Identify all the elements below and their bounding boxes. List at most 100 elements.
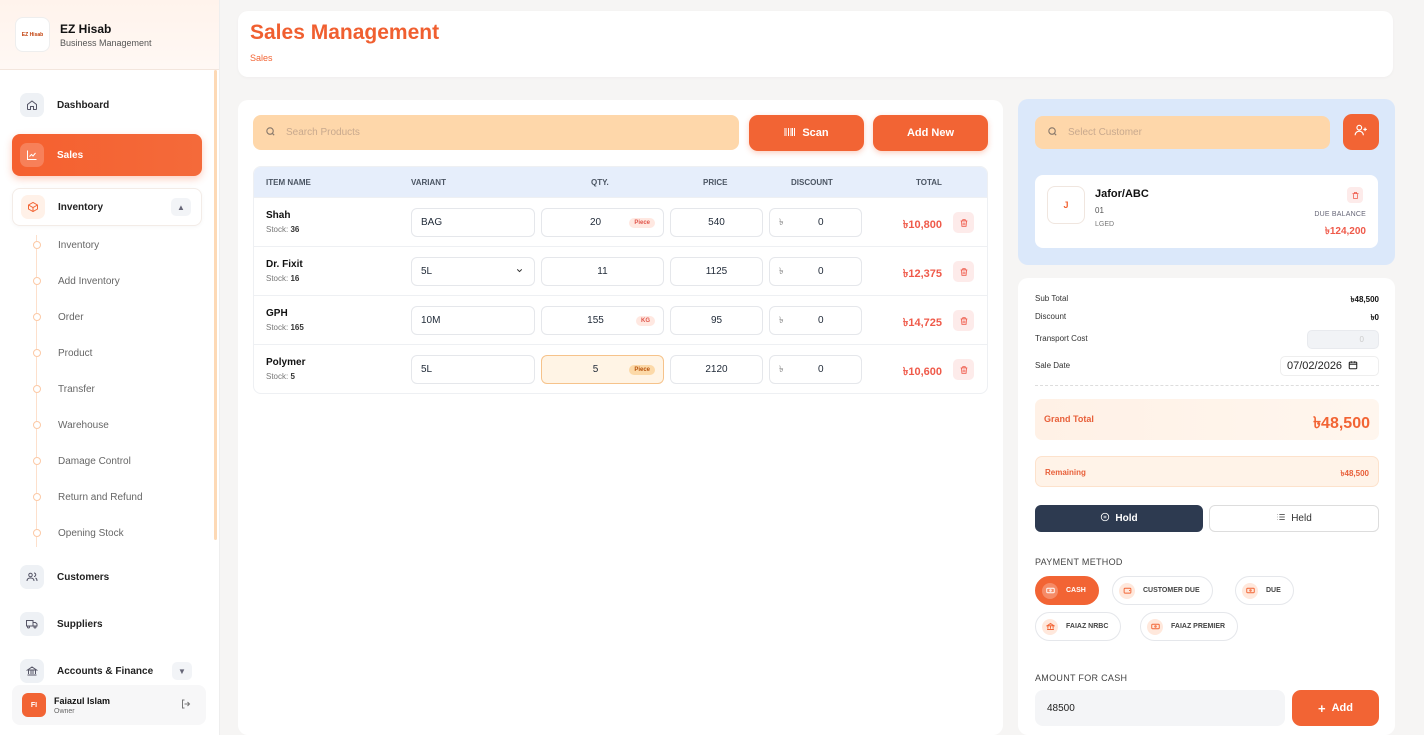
sidebar-item-label: Dashboard	[57, 99, 110, 111]
sidebar-scrollbar[interactable]	[214, 70, 217, 540]
add-customer-button[interactable]	[1343, 114, 1379, 150]
qty-input[interactable]: 11	[541, 257, 664, 286]
brand-logo: EZ Hisab	[15, 17, 50, 52]
sidebar-item-accounts-finance[interactable]: Accounts & Finance ▼	[12, 654, 202, 688]
price-input[interactable]: 2120	[670, 355, 763, 384]
submenu-item-damage-control[interactable]: Damage Control	[22, 443, 202, 479]
sidebar-item-customers[interactable]: Customers	[12, 560, 202, 594]
submenu-item-product[interactable]: Product	[22, 335, 202, 371]
customer-avatar: J	[1047, 186, 1085, 224]
add-new-button[interactable]: Add New	[873, 115, 988, 151]
product-search[interactable]	[253, 115, 739, 150]
trash-icon[interactable]	[953, 261, 974, 282]
discount-input[interactable]: ৳ 0	[769, 257, 862, 286]
logout-icon[interactable]	[180, 698, 192, 713]
held-button[interactable]: Held	[1209, 505, 1379, 532]
variant-field[interactable]: 5L	[411, 355, 535, 384]
chevron-down-icon	[515, 266, 524, 277]
sale-date-input[interactable]: 07/02/2026	[1280, 356, 1379, 376]
col-total: TOTAL	[916, 177, 942, 187]
transport-cost-input[interactable]: 0	[1307, 330, 1379, 349]
customer-search[interactable]	[1035, 116, 1330, 149]
discount-input[interactable]: ৳ 0	[769, 355, 862, 384]
submenu-item-transfer[interactable]: Transfer	[22, 371, 202, 407]
customer-name: Jafor/ABC	[1095, 188, 1149, 200]
users-icon	[20, 565, 44, 589]
cash-icon	[1242, 582, 1258, 599]
cash-icon	[1042, 582, 1058, 599]
sidebar-item-label: Customers	[57, 571, 110, 583]
payment-method-faiaz-premier[interactable]: FAIAZ PREMIER	[1140, 612, 1239, 641]
col-item-name: ITEM NAME	[266, 177, 311, 187]
price-input[interactable]: 1125	[670, 257, 763, 286]
sidebar-item-dashboard[interactable]: Dashboard	[12, 88, 202, 122]
submenu-item-add-inventory[interactable]: Add Inventory	[22, 263, 202, 299]
pause-icon	[1100, 512, 1110, 525]
submenu-item-order[interactable]: Order	[22, 299, 202, 335]
due-balance-value: ৳124,200	[1324, 226, 1366, 237]
variant-field[interactable]: 10M	[411, 306, 535, 335]
trash-icon[interactable]	[953, 212, 974, 233]
qty-input[interactable]: 5 Piece	[541, 355, 664, 384]
sidebar-item-sales[interactable]: Sales	[12, 134, 202, 176]
unit-badge: Piece	[629, 364, 655, 375]
hold-button[interactable]: Hold	[1035, 505, 1203, 532]
sidebar-item-suppliers[interactable]: Suppliers	[12, 607, 202, 641]
qty-input[interactable]: 20 Piece	[541, 208, 664, 237]
price-input[interactable]: 540	[670, 208, 763, 237]
brand-subtitle: Business Management	[60, 37, 152, 48]
calendar-icon[interactable]	[1348, 360, 1358, 373]
search-input[interactable]	[286, 127, 702, 138]
sidebar-item-label: Inventory	[58, 201, 104, 213]
payment-method-due[interactable]: DUE	[1235, 576, 1294, 605]
submenu-item-opening-stock[interactable]: Opening Stock	[22, 515, 202, 551]
trash-icon[interactable]	[953, 310, 974, 331]
discount-input[interactable]: ৳ 0	[769, 306, 862, 335]
trash-icon[interactable]	[1347, 187, 1363, 203]
selected-customer-card: J Jafor/ABC 01 LGED DUE BALANCE ৳124,200	[1035, 175, 1378, 248]
item-stock: Stock: 36	[266, 225, 300, 234]
amount-input[interactable]: 48500	[1035, 690, 1285, 726]
col-qty: QTY.	[591, 177, 609, 187]
sidebar-item-inventory[interactable]: Inventory ▲	[12, 188, 202, 226]
qty-input[interactable]: 155 KG	[541, 306, 664, 335]
item-stock: Stock: 16	[266, 274, 300, 283]
price-input[interactable]: 95	[670, 306, 763, 335]
sales-table: ITEM NAME VARIANT QTY. PRICE DISCOUNT TO…	[253, 166, 988, 394]
user-role: Owner	[54, 707, 75, 715]
add-payment-button[interactable]: + Add	[1292, 690, 1379, 726]
remaining-amount: Remaining ৳48,500	[1035, 456, 1379, 487]
table-row: Polymer Stock: 5 5L 5 Piece 2120 ৳ 0 ৳10,6…	[254, 344, 987, 393]
payment-method-cash[interactable]: CASH	[1035, 576, 1099, 605]
currency-icon: ৳	[779, 315, 784, 325]
user-profile[interactable]: FI Faiazul Islam Owner	[12, 685, 206, 725]
list-icon	[1276, 512, 1286, 525]
row-total: ৳10,800	[902, 219, 942, 231]
customer-search-input[interactable]	[1068, 127, 1312, 138]
variant-field[interactable]: BAG	[411, 208, 535, 237]
row-total: ৳10,600	[902, 366, 942, 378]
scan-button[interactable]: Scan	[749, 115, 864, 151]
sidebar: EZ Hisab EZ Hisab Business Management Da…	[0, 0, 220, 735]
brand-header: EZ Hisab EZ Hisab Business Management	[0, 0, 219, 70]
table-row: Shah Stock: 36 BAG 20 Piece 540 ৳ 0 ৳10,80…	[254, 197, 987, 246]
chevron-down-icon[interactable]: ▼	[172, 662, 192, 680]
item-name: Shah	[266, 210, 291, 221]
submenu-item-return-and-refund[interactable]: Return and Refund	[22, 479, 202, 515]
variant-select[interactable]: 5L	[411, 257, 535, 286]
item-name: GPH	[266, 308, 288, 319]
payment-method-faiaz-nrbc[interactable]: FAIAZ NRBC	[1035, 612, 1122, 641]
plus-icon: +	[1318, 700, 1326, 716]
submenu-item-inventory[interactable]: Inventory	[22, 227, 202, 263]
submenu-item-warehouse[interactable]: Warehouse	[22, 407, 202, 443]
chevron-up-icon[interactable]: ▲	[171, 198, 191, 216]
payment-method-customer-due[interactable]: CUSTOMER DUE	[1112, 576, 1213, 605]
home-icon	[20, 93, 44, 117]
page-header: Sales Management Sales	[238, 11, 1393, 77]
trash-icon[interactable]	[953, 359, 974, 380]
barcode-icon	[784, 127, 796, 140]
breadcrumb[interactable]: Sales	[250, 53, 1381, 63]
grand-total: Grand Total ৳48,500	[1035, 399, 1379, 440]
due-balance-label: DUE BALANCE	[1314, 211, 1366, 218]
discount-input[interactable]: ৳ 0	[769, 208, 862, 237]
